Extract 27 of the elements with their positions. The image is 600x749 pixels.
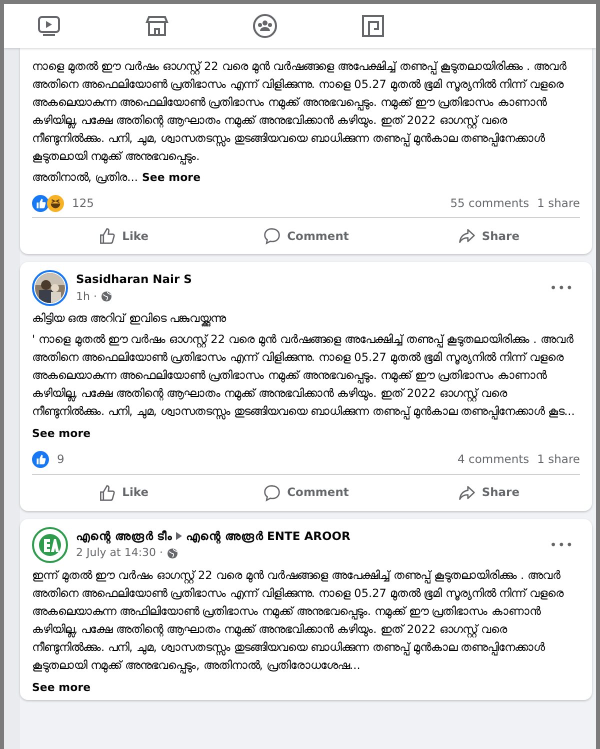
more-options-button[interactable]: ••• — [544, 278, 580, 298]
like-button[interactable]: Like — [32, 222, 215, 250]
post-text: കിട്ടിയ ഒരു അറിവ് ഇവിടെ പങ്കുവയ്ക്കുന്നു — [32, 311, 227, 328]
comment-count[interactable]: 55 comments — [450, 195, 530, 212]
author-name[interactable]: Sasidharan Nair S — [76, 271, 192, 289]
page-name[interactable]: എന്റെ അരൂർ ENTE AROOR — [186, 528, 350, 545]
post-text: ഇന്ന് മുതൽ ഈ വർഷം ഓഗസ്റ്റ് 22 വരെ മുൻ വർഷങ്ങളെ അപേക്ഷിച്ച് തണുപ്പ് കൂടുതലായിരിക്കും . അവർ അതിനെ അഫെലിയോൺ പ്രതിഭാസം എന്ന് വിളിക്കുന്നു. നാളെ 05.27 മുതൽ ഭൂമി സൂര്യനിൽ നിന്ന് വളരെ അകലെയാകുന്ന അഫിലിയോൺ പ്രതിഭാസം നമുക്ക് അനുഭവപ്പെടും. നമുക്ക് ഈ പ്രതിഭാസം കാണാൻ കഴിയില്ല, പക്ഷേ അതിന്റെ ആഘാതം നമുക്ക് അനുഭവിക്കാൻ കഴിയും. ഇത് 2022 ഓഗസ്റ്റ് വരെ നീണ്ടുനിൽക്കും. പനി, ചുമ, ശ്വാസതടസ്സം തുടങ്ങിയവയെ ബാധിക്കുന്ന തണുപ്പ് മുൻകാല തണുപ്പിനേക്കാൾ കൂടുതലായി നമുക്ക് അനുഭവപ്പെടും, അതിനാൽ, പ്രതിരോധശേഷ... — [32, 568, 565, 674]
comment-count[interactable]: 4 comments — [458, 451, 530, 468]
reaction-count[interactable]: 125 — [72, 195, 94, 212]
comment-button[interactable]: Comment — [214, 222, 398, 250]
post-time[interactable]: 2 July at 14:30 · — [76, 544, 164, 562]
comment-button[interactable]: Comment — [214, 478, 398, 506]
see-more-link[interactable]: See more — [32, 678, 91, 696]
post-time[interactable]: 1h · — [76, 288, 97, 306]
share-count[interactable]: 1 share — [537, 451, 580, 468]
reaction-count[interactable]: 9 — [57, 451, 64, 468]
post-text: നാളെ മുതൽ ഈ വർഷം ഓഗസ്റ്റ് 22 വരെ മുൻ വർഷങ്ങളെ അപേക്ഷിച്ച് തണുപ്പ് കൂടുതലായിരിക്കും . അവർ അതിനെ അഫെലിയോൺ പ്രതിഭാസം എന്ന് വിളിക്കുന്നു. നാളെ 05.27 മുതൽ ഭൂമി സൂര്യനിൽ നിന്ന് വളരെ അകലെയാകുന്ന അഫെലിയോൺ പ്രതിഭാസം നമുക്ക് അനുഭവപ്പെടും. നമുക്ക് ഈ പ്രതിഭാസം കാണാൻ കഴിയില്ല, പക്ഷേ അതിന്റെ ആഘാതം നമുക്ക് അനുഭവിക്കാൻ കഴിയും. ഇത് 2022 ഓഗസ്റ്റ് വരെ നീണ്ടുനിൽക്കും. പനി, ചുമ, ശ്വാസതടസ്സം തുടങ്ങിയവയെ ബാധിക്കുന്ന തണുപ്പ് മുൻകാല തണുപ്പിനേക്കാൾ കൂടുതലായി നമുക്ക് അനുഭവപ്പെടും. — [32, 59, 568, 166]
post-text: ' നാളെ മുതൽ ഈ വർഷം ഓഗസ്റ്റ് 22 വരെ മുൻ വർഷങ്ങളെ അപേക്ഷിച്ച് തണുപ്പ് കൂടുതലായിരിക്കും . അവർ അതിനെ അഫെലിയോൺ പ്രതിഭാസം എന്ന് വിളിക്കുന്നു. നാളെ 05.27 മുതൽ ഭൂമി സൂര്യനിൽ നിന്ന് വളരെ അകലെയാകുന്ന അഫെലിയോൺ പ്രതിഭാസം നമുക്ക് അനുഭവപ്പെടും. നമുക്ക് ഈ പ്രതിഭാസം കാണാൻ കഴിയില്ല, പക്ഷേ അതിന്റെ ആഘാതം നമുക്ക് അനുഭവിക്കാൻ കഴിയും. ഇത് 2022 ഓഗസ്റ്റ് വരെ നീണ്ടുനിൽക്കും. പനി, ചുമ, ശ്വാസതടസ്സം തുടങ്ങിയവയെ ബാധിക്കുന്ന തണുപ്പ് മുൻകാല തണുപ്പിനേക്കാൾ കൂട... — [32, 332, 576, 422]
share-button[interactable]: Share — [397, 478, 580, 506]
see-more-link[interactable]: See more — [142, 169, 201, 187]
share-count[interactable]: 1 share — [537, 195, 580, 212]
author-name[interactable]: എന്റെ അരൂർ ടീം — [76, 528, 172, 545]
see-more-link[interactable]: See more — [32, 425, 91, 444]
post-text: അതിനാൽ, പ്രതിര... — [32, 170, 138, 186]
share-button[interactable]: Share — [397, 222, 580, 250]
more-options-button[interactable]: ••• — [544, 534, 580, 554]
like-button[interactable]: Like — [32, 478, 215, 506]
